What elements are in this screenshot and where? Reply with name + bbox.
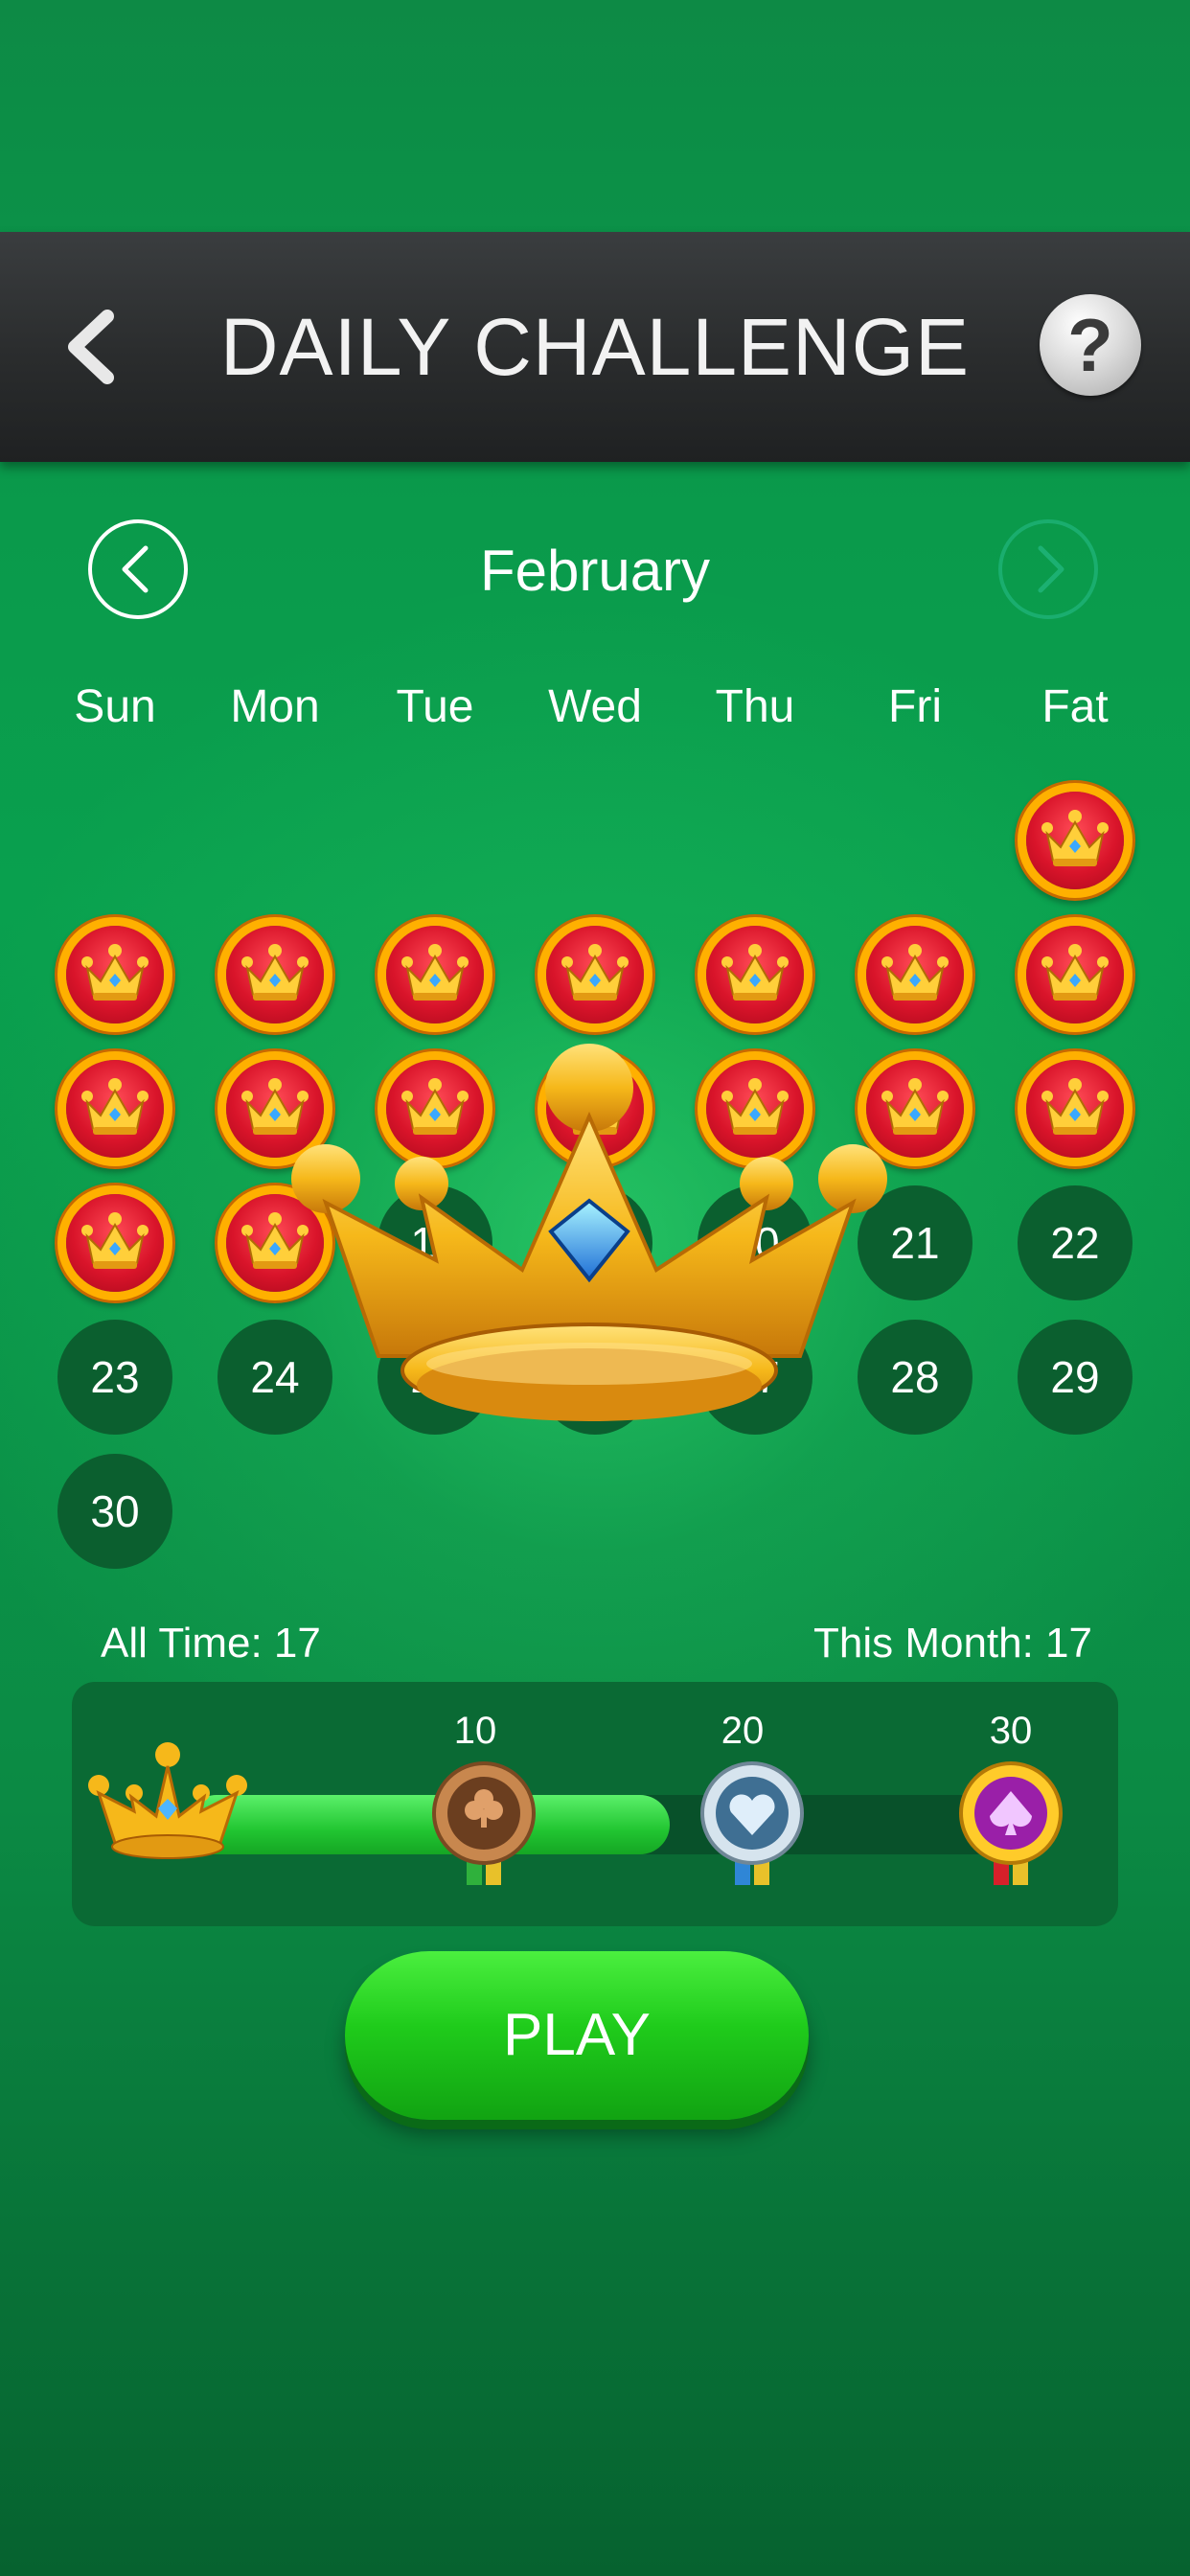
completed-day-crown-badge[interactable]: [386, 926, 484, 1024]
weekday-sat: Fat: [1041, 681, 1109, 732]
day-button[interactable]: 23: [57, 1320, 172, 1435]
completed-day-crown-badge[interactable]: [866, 926, 964, 1024]
milestone-20-label: 20: [721, 1710, 765, 1752]
crown-icon: [81, 944, 149, 1000]
next-month-button[interactable]: [998, 519, 1098, 619]
crown-icon: [81, 1212, 149, 1269]
weekday-thu: Thu: [715, 681, 795, 732]
day-button[interactable]: 29: [1018, 1320, 1133, 1435]
previous-month-button[interactable]: [88, 519, 188, 619]
day-button[interactable]: 22: [1018, 1185, 1133, 1300]
completed-day-crown-badge[interactable]: [1026, 1060, 1124, 1158]
crown-icon: [241, 944, 309, 1000]
all-time-count: All Time: 17: [101, 1620, 321, 1667]
chevron-right-icon: [1038, 545, 1064, 593]
milestone-30-label: 30: [989, 1710, 1033, 1752]
crown-icon: [401, 944, 469, 1000]
completed-day-crown-badge[interactable]: [706, 926, 804, 1024]
weekday-fri: Fri: [888, 681, 942, 732]
top-bar: DAILY CHALLENGE ?: [0, 232, 1190, 462]
crown-icon: [881, 944, 949, 1000]
crown-icon: [1041, 944, 1109, 1000]
play-button[interactable]: PLAY: [345, 1951, 809, 2120]
crown-icon: [1041, 810, 1109, 866]
completed-day-crown-badge[interactable]: [66, 1060, 164, 1158]
weekday-mon: Mon: [230, 681, 320, 732]
weekday-tue: Tue: [396, 681, 474, 732]
this-month-count: This Month: 17: [812, 1620, 1092, 1667]
page-title: DAILY CHALLENGE: [219, 302, 971, 392]
bronze-club-medal-icon: [432, 1761, 536, 1885]
completed-day-crown-badge[interactable]: [1026, 926, 1124, 1024]
crown-icon: [561, 944, 629, 1000]
weekday-wed: Wed: [548, 681, 642, 732]
completed-day-crown-badge[interactable]: [66, 1194, 164, 1292]
milestone-10-label: 10: [453, 1710, 497, 1752]
silver-heart-medal-icon: [700, 1761, 804, 1885]
crown-icon: [88, 1742, 247, 1859]
completed-day-crown-badge[interactable]: [226, 926, 324, 1024]
chevron-left-icon: [68, 310, 114, 384]
month-navigation: February: [0, 518, 1190, 632]
day-button[interactable]: 30: [57, 1454, 172, 1569]
progress-track: [187, 1795, 1040, 1854]
completed-day-crown-badge[interactable]: [66, 926, 164, 1024]
crown-celebration-icon: [291, 1044, 887, 1421]
chevron-left-icon: [122, 545, 149, 593]
crown-icon: [81, 1078, 149, 1135]
back-button[interactable]: [48, 299, 144, 395]
gold-spade-medal-icon: [959, 1761, 1063, 1885]
completed-day-crown-badge[interactable]: [546, 926, 644, 1024]
crown-icon: [1041, 1078, 1109, 1135]
crown-icon: [721, 944, 789, 1000]
completed-day-crown-badge[interactable]: [1026, 792, 1124, 889]
help-button[interactable]: ?: [1040, 294, 1141, 396]
weekday-sun: Sun: [74, 681, 156, 732]
